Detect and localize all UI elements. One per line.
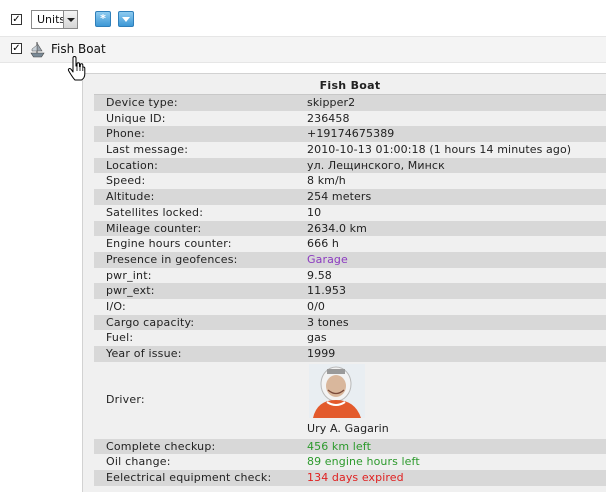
info-value: ул. Лещинского, Минск bbox=[307, 158, 445, 172]
service-row: Complete checkup: 456 km left bbox=[94, 438, 606, 455]
info-label: Satellites locked: bbox=[106, 205, 204, 219]
info-row: Mileage counter: 2634.0 km bbox=[94, 220, 606, 237]
service-label: Oil change: bbox=[106, 455, 171, 469]
info-row: Unique ID: 236458 bbox=[94, 111, 606, 127]
info-label: Device type: bbox=[106, 96, 178, 109]
info-row: Presence in geofences: Garage bbox=[94, 251, 606, 268]
info-value: 8 km/h bbox=[307, 174, 346, 188]
info-row: Phone: +19174675389 bbox=[94, 126, 606, 143]
driver-label: Driver: bbox=[106, 392, 145, 406]
info-value: 11.953 bbox=[307, 284, 347, 298]
info-value: 2010-10-13 01:00:18 (1 hours 14 minutes … bbox=[307, 143, 572, 157]
info-value: skipper2 bbox=[307, 96, 356, 109]
driver-row: Driver: Ury A. Gagarin bbox=[94, 361, 606, 439]
info-row: Engine hours counter: 666 h bbox=[94, 236, 606, 252]
arrow-down-icon bbox=[122, 17, 130, 22]
unit-name[interactable]: Fish Boat bbox=[51, 42, 106, 56]
info-label: Last message: bbox=[106, 143, 189, 157]
info-row: Last message: 2010-10-13 01:00:18 (1 hour… bbox=[94, 142, 606, 158]
driver-name: Ury A. Gagarin bbox=[307, 421, 389, 435]
info-label: pwr_int: bbox=[106, 268, 152, 282]
info-row: Cargo capacity: 3 tones bbox=[94, 314, 606, 331]
unit-visibility-checkbox[interactable] bbox=[11, 43, 22, 54]
service-row: Eelectrical equipment check: 134 days exp… bbox=[94, 470, 606, 486]
info-row: Fuel: gas bbox=[94, 330, 606, 346]
info-row: I/O: 0/0 bbox=[94, 299, 606, 315]
info-value: 0/0 bbox=[307, 299, 326, 313]
geofence-link[interactable]: Garage bbox=[307, 252, 348, 268]
service-status: 89 engine hours left bbox=[307, 455, 420, 469]
info-label: Presence in geofences: bbox=[106, 252, 238, 266]
info-value: gas bbox=[307, 331, 327, 345]
info-label: Altitude: bbox=[106, 190, 155, 204]
info-label: Speed: bbox=[106, 174, 146, 188]
boat-icon bbox=[30, 41, 45, 58]
hand-cursor-icon bbox=[67, 56, 86, 81]
info-label: Location: bbox=[106, 158, 159, 172]
units-dropdown[interactable]: Units bbox=[31, 10, 78, 29]
info-value: 254 meters bbox=[307, 190, 372, 204]
info-label: Unique ID: bbox=[106, 111, 166, 125]
service-status: 134 days expired bbox=[307, 471, 404, 485]
info-label: Fuel: bbox=[106, 331, 134, 345]
info-value: 3 tones bbox=[307, 315, 349, 329]
select-all-checkbox[interactable] bbox=[11, 14, 22, 25]
unit-info-table: Device type: skipper2 Unique ID: 236458 Ph… bbox=[94, 95, 606, 486]
info-row: pwr_ext: 11.953 bbox=[94, 283, 606, 299]
service-label: Eelectrical equipment check: bbox=[106, 471, 272, 485]
info-value: 10 bbox=[307, 205, 322, 219]
service-status: 456 km left bbox=[307, 439, 371, 453]
asterisk-button[interactable]: * bbox=[95, 11, 111, 27]
info-row: Device type: skipper2 bbox=[94, 95, 606, 111]
info-row: Speed: 8 km/h bbox=[94, 173, 606, 189]
info-label: Mileage counter: bbox=[106, 221, 202, 235]
info-row: Year of issue: 1999 bbox=[94, 346, 606, 362]
info-value: 236458 bbox=[307, 111, 350, 125]
info-label: pwr_ext: bbox=[106, 284, 155, 298]
info-row: Location: ул. Лещинского, Минск bbox=[94, 157, 606, 174]
info-value: 666 h bbox=[307, 237, 339, 251]
info-row: Satellites locked: 10 bbox=[94, 205, 606, 221]
dropdown-arrow-button[interactable] bbox=[118, 11, 134, 27]
driver-photo bbox=[309, 363, 365, 418]
info-row: Altitude: 254 meters bbox=[94, 189, 606, 205]
service-row: Oil change: 89 engine hours left bbox=[94, 454, 606, 470]
info-value: 2634.0 km bbox=[307, 221, 367, 235]
toolbar: Units * bbox=[0, 0, 606, 36]
service-label: Complete checkup: bbox=[106, 439, 216, 453]
info-value: 1999 bbox=[307, 347, 336, 360]
chevron-down-icon[interactable] bbox=[63, 11, 77, 28]
info-label: Engine hours counter: bbox=[106, 237, 232, 251]
info-value: 9.58 bbox=[307, 268, 332, 282]
info-label: Phone: bbox=[106, 127, 145, 141]
info-row: pwr_int: 9.58 bbox=[94, 268, 606, 284]
info-label: I/O: bbox=[106, 299, 126, 313]
tooltip-title: Fish Boat bbox=[319, 79, 381, 92]
info-label: Cargo capacity: bbox=[106, 315, 195, 329]
units-dropdown-label: Units bbox=[37, 13, 66, 26]
info-label: Year of issue: bbox=[106, 347, 182, 360]
info-value: +19174675389 bbox=[307, 127, 395, 141]
